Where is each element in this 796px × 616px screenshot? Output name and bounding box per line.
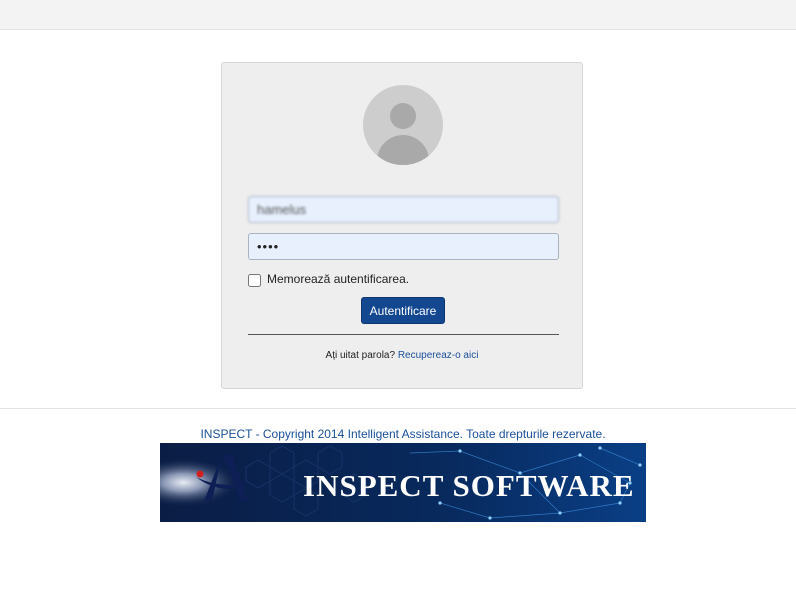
recover-password-link[interactable]: Recupereaz-o aici <box>398 350 479 361</box>
username-input[interactable] <box>248 196 559 223</box>
login-card: Memorează autentificarea. Autentificare … <box>221 62 583 389</box>
avatar-head <box>390 103 416 129</box>
banner-title: INSPECT SOFTWARE <box>303 468 635 503</box>
forgot-password-text: Ați uitat parola? <box>325 350 396 361</box>
divider <box>248 334 559 335</box>
forgot-password: Ați uitat parola? Recupereaz-o aici <box>222 350 582 361</box>
user-avatar-icon <box>363 85 443 165</box>
remember-me-label: Memorează autentificarea. <box>267 272 410 286</box>
remember-me[interactable]: Memorează autentificarea. <box>248 271 409 287</box>
inspect-software-banner: INSPECT SOFTWARE <box>160 443 646 522</box>
avatar-body <box>377 135 429 165</box>
top-bar <box>0 0 796 30</box>
copyright-text: INSPECT - Copyright 2014 Intelligent Ass… <box>200 427 606 441</box>
login-button[interactable]: Autentificare <box>361 297 445 324</box>
remember-me-checkbox[interactable] <box>248 274 261 287</box>
footer-divider <box>0 408 796 409</box>
password-input[interactable] <box>248 233 559 260</box>
